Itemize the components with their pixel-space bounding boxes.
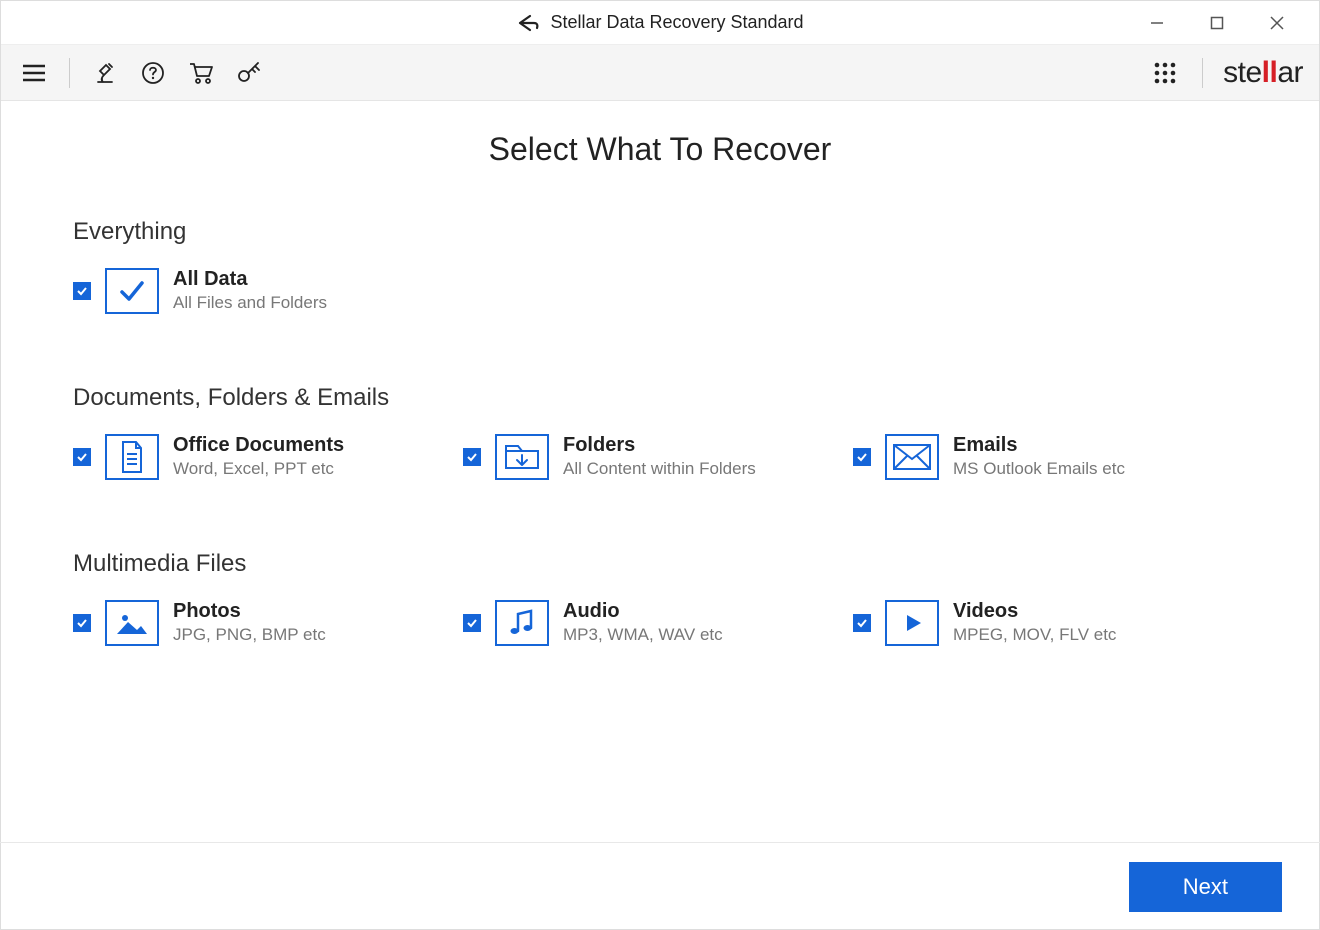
option-subtitle: MPEG, MOV, FLV etc	[953, 625, 1116, 645]
all-data-icon	[105, 268, 159, 314]
checkbox-office[interactable]	[73, 448, 91, 466]
next-button[interactable]: Next	[1129, 862, 1282, 912]
option-subtitle: MS Outlook Emails etc	[953, 459, 1125, 479]
option-title: Photos	[173, 600, 326, 623]
minimize-button[interactable]	[1139, 5, 1175, 41]
checkbox-videos[interactable]	[853, 614, 871, 632]
brand-pre: ste	[1223, 56, 1262, 89]
option-title: Office Documents	[173, 434, 344, 457]
brand-logo: stellar	[1223, 56, 1303, 90]
key-icon[interactable]	[232, 56, 266, 90]
option-title: All Data	[173, 268, 327, 291]
option-videos[interactable]: Videos MPEG, MOV, FLV etc	[853, 600, 1243, 646]
microscope-icon[interactable]	[88, 56, 122, 90]
checkbox-folders[interactable]	[463, 448, 481, 466]
option-subtitle: All Files and Folders	[173, 293, 327, 313]
brand-mid: ll	[1262, 56, 1278, 89]
close-button[interactable]	[1259, 5, 1295, 41]
option-emails[interactable]: Emails MS Outlook Emails etc	[853, 434, 1243, 480]
option-subtitle: MP3, WMA, WAV etc	[563, 625, 723, 645]
page-title: Select What To Recover	[73, 131, 1247, 168]
option-audio[interactable]: Audio MP3, WMA, WAV etc	[463, 600, 853, 646]
option-folders[interactable]: Folders All Content within Folders	[463, 434, 853, 480]
checkbox-all-data[interactable]	[73, 282, 91, 300]
brand-post: ar	[1277, 56, 1303, 89]
section-title-multimedia: Multimedia Files	[73, 550, 1247, 578]
section-title-documents: Documents, Folders & Emails	[73, 384, 1247, 412]
document-icon	[105, 434, 159, 480]
checkbox-emails[interactable]	[853, 448, 871, 466]
apps-grid-icon[interactable]	[1148, 56, 1182, 90]
back-icon[interactable]	[516, 13, 540, 33]
folder-icon	[495, 434, 549, 480]
option-office-documents[interactable]: Office Documents Word, Excel, PPT etc	[73, 434, 463, 480]
option-title: Videos	[953, 600, 1116, 623]
section-everything: Everything All Data All Files and Folder…	[73, 218, 1247, 314]
section-title-everything: Everything	[73, 218, 1247, 246]
audio-icon	[495, 600, 549, 646]
divider	[1202, 58, 1203, 88]
option-title: Folders	[563, 434, 756, 457]
option-subtitle: JPG, PNG, BMP etc	[173, 625, 326, 645]
section-multimedia: Multimedia Files Photos JPG, PNG, BMP et…	[73, 550, 1247, 646]
menu-icon[interactable]	[17, 56, 51, 90]
cart-icon[interactable]	[184, 56, 218, 90]
option-photos[interactable]: Photos JPG, PNG, BMP etc	[73, 600, 463, 646]
maximize-button[interactable]	[1199, 5, 1235, 41]
option-all-data[interactable]: All Data All Files and Folders	[73, 268, 463, 314]
option-subtitle: Word, Excel, PPT etc	[173, 459, 344, 479]
email-icon	[885, 434, 939, 480]
section-documents: Documents, Folders & Emails Office Docum…	[73, 384, 1247, 480]
option-subtitle: All Content within Folders	[563, 459, 756, 479]
divider	[69, 58, 70, 88]
window-title: Stellar Data Recovery Standard	[550, 12, 803, 33]
footer: Next	[0, 842, 1320, 930]
checkbox-photos[interactable]	[73, 614, 91, 632]
option-title: Audio	[563, 600, 723, 623]
help-icon[interactable]	[136, 56, 170, 90]
video-icon	[885, 600, 939, 646]
photo-icon	[105, 600, 159, 646]
titlebar: Stellar Data Recovery Standard	[1, 1, 1319, 45]
option-title: Emails	[953, 434, 1125, 457]
content: Select What To Recover Everything All Da…	[1, 101, 1319, 841]
checkbox-audio[interactable]	[463, 614, 481, 632]
toolbar: stellar	[1, 45, 1319, 101]
